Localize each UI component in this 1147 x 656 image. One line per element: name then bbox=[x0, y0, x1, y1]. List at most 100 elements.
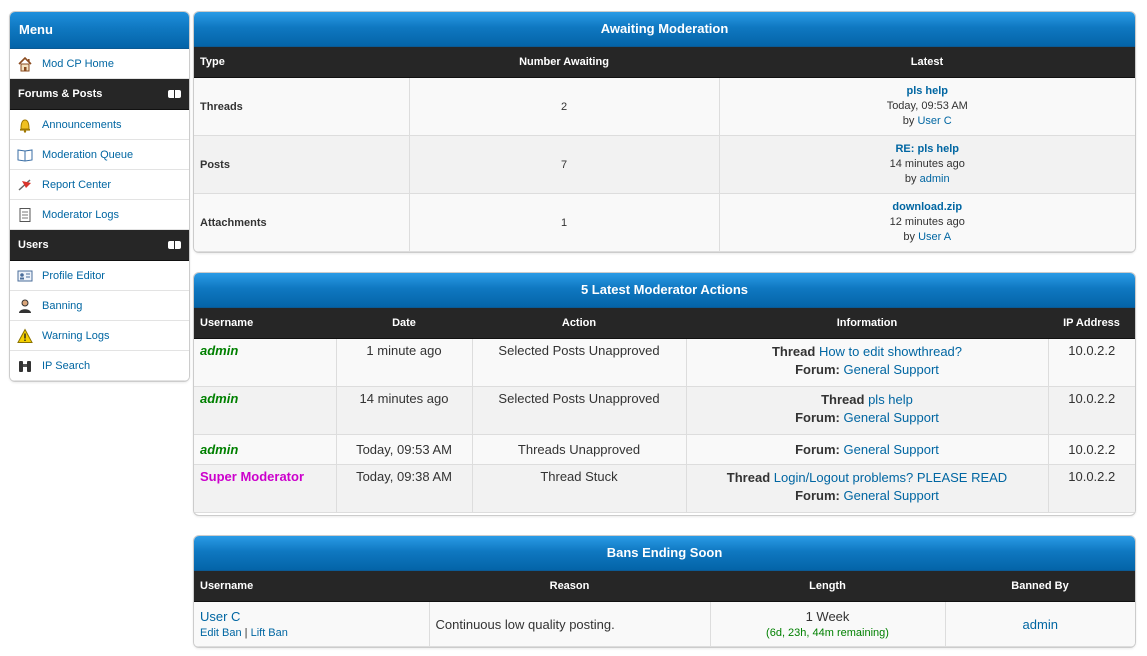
column-header-number-awaiting: Number Awaiting bbox=[409, 47, 719, 78]
date-cell: 1 minute ago bbox=[336, 338, 473, 387]
ip-cell: 10.0.2.2 bbox=[1048, 386, 1135, 435]
sidebar-link-report-center[interactable]: Report Center bbox=[42, 179, 111, 191]
latest-time: Today, 09:53 AM bbox=[886, 100, 968, 112]
information-cell: Thread Login/Logout problems? PLEASE REA… bbox=[686, 464, 1049, 513]
date-cell: 14 minutes ago bbox=[336, 386, 473, 435]
sidebar-item-profile-editor[interactable]: Profile Editor bbox=[10, 261, 189, 291]
forum-link[interactable]: General Support bbox=[844, 410, 939, 425]
username-link[interactable]: admin bbox=[200, 343, 238, 358]
table-row: Attachments 1 download.zip 12 minutes ag… bbox=[194, 193, 1135, 252]
forum-label: Forum: bbox=[795, 488, 840, 503]
sidebar-link-profile-editor[interactable]: Profile Editor bbox=[42, 270, 105, 282]
column-header-ip-address: IP Address bbox=[1048, 308, 1135, 339]
collapse-icon[interactable] bbox=[168, 241, 181, 249]
action-cell: Selected Posts Unapproved bbox=[472, 338, 687, 387]
column-header-banned-by: Banned By bbox=[945, 571, 1135, 602]
table-row: User C Edit Ban | Lift Ban Continuous lo… bbox=[194, 601, 1135, 647]
username-link[interactable]: admin bbox=[200, 391, 238, 406]
sidebar-link-ip-search[interactable]: IP Search bbox=[42, 360, 90, 372]
edit-ban-link[interactable]: Edit Ban bbox=[200, 627, 242, 639]
latest-link[interactable]: RE: pls help bbox=[895, 143, 959, 155]
information-cell: Thread How to edit showthread? Forum: Ge… bbox=[686, 338, 1049, 387]
column-header-information: Information bbox=[686, 308, 1048, 339]
lift-ban-link[interactable]: Lift Ban bbox=[251, 627, 288, 639]
column-header-username: Username bbox=[194, 308, 336, 339]
column-header-action: Action bbox=[472, 308, 686, 339]
sidebar-item-moderator-logs[interactable]: Moderator Logs bbox=[10, 200, 189, 230]
author-link[interactable]: admin bbox=[920, 173, 950, 185]
ip-address[interactable]: 10.0.2.2 bbox=[1068, 442, 1115, 457]
forum-link[interactable]: General Support bbox=[844, 362, 939, 377]
forum-link[interactable]: General Support bbox=[844, 442, 939, 457]
latest-link[interactable]: pls help bbox=[906, 85, 948, 97]
by-label: by bbox=[903, 231, 916, 243]
latest-time: 14 minutes ago bbox=[889, 158, 965, 170]
table-row: admin 14 minutes ago Selected Posts Unap… bbox=[194, 386, 1135, 435]
banned-by-cell: admin bbox=[945, 601, 1135, 647]
count-cell: 7 bbox=[409, 135, 720, 194]
username-cell: Super Moderator bbox=[194, 464, 337, 513]
sidebar-item-ip-search[interactable]: IP Search bbox=[10, 351, 189, 381]
sidebar-item-banning[interactable]: Banning bbox=[10, 291, 189, 321]
forum-link[interactable]: General Support bbox=[844, 488, 939, 503]
sidebar-item-moderation-queue[interactable]: Moderation Queue bbox=[10, 140, 189, 170]
banned-by-link[interactable]: admin bbox=[1023, 617, 1058, 632]
banned-user-link[interactable]: User C bbox=[200, 609, 240, 624]
reason-cell: Continuous low quality posting. bbox=[429, 601, 711, 647]
action-cell: Thread Stuck bbox=[472, 464, 687, 513]
forum-label: Forum: bbox=[795, 441, 840, 457]
ip-cell: 10.0.2.2 bbox=[1048, 338, 1135, 387]
sidebar-link-moderator-logs[interactable]: Moderator Logs bbox=[42, 209, 119, 221]
column-header-type: Type bbox=[194, 47, 409, 78]
author-link[interactable]: User C bbox=[917, 115, 951, 127]
binoculars-icon bbox=[17, 358, 33, 374]
date-cell: Today, 09:53 AM bbox=[336, 434, 473, 465]
column-header-reason: Reason bbox=[429, 571, 710, 602]
section-forums-posts[interactable]: Forums & Posts bbox=[10, 79, 189, 110]
latest-link[interactable]: download.zip bbox=[892, 201, 962, 213]
thread-link[interactable]: How to edit showthread? bbox=[819, 344, 962, 359]
sidebar-link-warning-logs[interactable]: Warning Logs bbox=[42, 330, 109, 342]
modcp-menu: Menu Mod CP Home Forums & Posts Announce… bbox=[9, 11, 190, 382]
warning-icon bbox=[17, 327, 33, 344]
username-link[interactable]: Super Moderator bbox=[200, 469, 304, 484]
sidebar-link-modcp-home[interactable]: Mod CP Home bbox=[42, 58, 114, 70]
separator: | bbox=[244, 627, 248, 639]
section-users[interactable]: Users bbox=[10, 230, 189, 261]
thread-link[interactable]: Login/Logout problems? PLEASE READ bbox=[774, 470, 1007, 485]
table-row: admin Today, 09:53 AM Threads Unapproved… bbox=[194, 434, 1135, 465]
bans-table: Username Reason Length Banned By User C … bbox=[194, 571, 1135, 647]
table-row: Super Moderator Today, 09:38 AM Thread S… bbox=[194, 464, 1135, 513]
username-cell: admin bbox=[194, 386, 337, 435]
action-cell: Threads Unapproved bbox=[472, 434, 687, 465]
information-cell: Forum: General Support bbox=[686, 434, 1049, 465]
latest-time: 12 minutes ago bbox=[889, 216, 965, 228]
ip-address[interactable]: 10.0.2.2 bbox=[1068, 343, 1115, 358]
bell-icon bbox=[17, 117, 33, 133]
by-label: by bbox=[904, 173, 917, 185]
forum-label: Forum: bbox=[795, 410, 840, 425]
sidebar-link-banning[interactable]: Banning bbox=[42, 300, 82, 312]
id-card-icon bbox=[17, 268, 33, 284]
thread-link[interactable]: pls help bbox=[868, 392, 913, 407]
column-header-length: Length bbox=[710, 571, 945, 602]
awaiting-moderation-panel: Awaiting Moderation Type Number Awaiting… bbox=[193, 11, 1136, 253]
sidebar-item-report-center[interactable]: Report Center bbox=[10, 170, 189, 200]
sidebar-item-modcp-home[interactable]: Mod CP Home bbox=[10, 49, 189, 79]
collapse-icon[interactable] bbox=[168, 90, 181, 98]
latest-cell: download.zip 12 minutes ago by User A bbox=[719, 193, 1135, 252]
panel-title: Awaiting Moderation bbox=[194, 12, 1135, 47]
sidebar-link-announcements[interactable]: Announcements bbox=[42, 119, 122, 131]
sidebar-item-announcements[interactable]: Announcements bbox=[10, 110, 189, 140]
username-link[interactable]: admin bbox=[200, 442, 238, 457]
moderator-actions-panel: 5 Latest Moderator Actions Username Date… bbox=[193, 272, 1136, 516]
ip-address[interactable]: 10.0.2.2 bbox=[1068, 391, 1115, 406]
count-cell: 2 bbox=[409, 77, 720, 136]
ip-address[interactable]: 10.0.2.2 bbox=[1068, 469, 1115, 484]
column-header-latest: Latest bbox=[719, 47, 1135, 78]
latest-cell: pls help Today, 09:53 AM by User C bbox=[719, 77, 1135, 136]
sidebar-link-moderation-queue[interactable]: Moderation Queue bbox=[42, 149, 133, 161]
type-cell: Attachments bbox=[194, 193, 410, 252]
sidebar-item-warning-logs[interactable]: Warning Logs bbox=[10, 321, 189, 351]
author-link[interactable]: User A bbox=[918, 231, 951, 243]
